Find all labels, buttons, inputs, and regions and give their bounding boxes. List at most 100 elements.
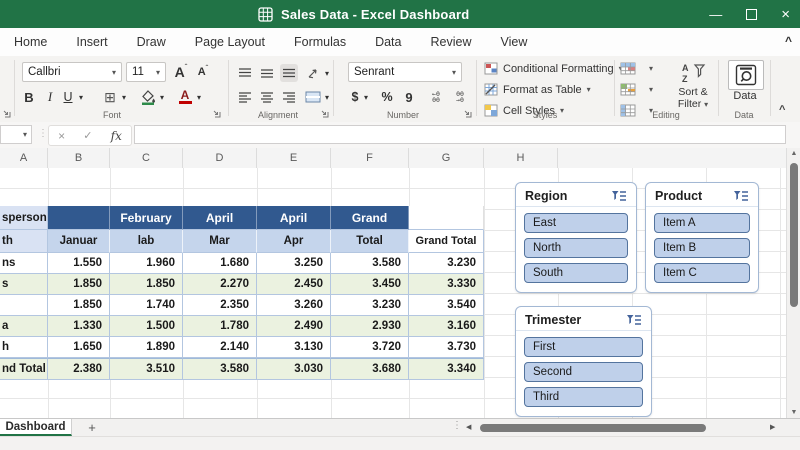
fill-color-chevron-icon[interactable]: ▾ [157, 86, 167, 108]
column-header-b[interactable]: B [48, 148, 110, 168]
align-top-icon[interactable] [236, 64, 254, 82]
percent-style-button[interactable]: % [378, 88, 396, 106]
slicer-trimester[interactable]: Trimester First Second Third [515, 306, 652, 417]
enter-formula-icon[interactable]: ✓ [83, 129, 92, 142]
decrease-font-size-button[interactable]: Aˆ [194, 62, 212, 82]
slicer-item-east[interactable]: East [524, 213, 628, 233]
currency-chevron-icon[interactable]: ▾ [361, 88, 371, 106]
pivot-cell[interactable]: 1.330 [48, 316, 110, 337]
pivot-cell[interactable]: 3.450 [331, 274, 409, 295]
column-header-c[interactable]: C [110, 148, 183, 168]
align-bottom-icon[interactable] [280, 64, 298, 82]
pivot-cell[interactable]: 1.650 [48, 337, 110, 358]
sort-filter-button[interactable]: Sort & Filter ▾ [662, 86, 724, 111]
insert-cells-button[interactable]: ▾ [620, 62, 653, 75]
pivot-header-top[interactable]: April [183, 206, 257, 230]
column-header-f[interactable]: F [331, 148, 409, 168]
bold-button[interactable]: B [20, 86, 38, 108]
pivot-header-bottom[interactable]: Januar [48, 230, 110, 253]
pivot-cell[interactable]: 2.450 [257, 274, 331, 295]
conditional-formatting-button[interactable]: Conditional Formatting▾ [484, 62, 623, 75]
slicer-product[interactable]: Product Item A Item B Item C [645, 182, 759, 293]
clipboard-dialog-launcher-icon[interactable] [2, 109, 11, 118]
borders-icon[interactable]: ⊞ [100, 86, 120, 108]
decrease-decimal-button[interactable]: 00 →0 [450, 88, 470, 106]
currency-button[interactable]: $ [348, 88, 362, 106]
number-format-combo[interactable]: Senrant ▾ [348, 62, 462, 82]
pivot-row-label[interactable]: a [0, 316, 48, 337]
pivot-grand-total-header[interactable]: Grand Total [409, 230, 484, 253]
pivot-cell[interactable]: 3.250 [257, 253, 331, 274]
close-button[interactable]: × [781, 7, 790, 22]
format-as-table-button[interactable]: Format as Table ▾ [484, 83, 591, 96]
slicer-item-third[interactable]: Third [524, 387, 643, 407]
scroll-up-icon[interactable]: ▲ [787, 150, 800, 157]
column-header-d[interactable]: D [183, 148, 257, 168]
align-right-icon[interactable] [280, 88, 298, 106]
sheet-tab-dashboard[interactable]: Dashboard [0, 419, 72, 436]
pivot-header-bottom[interactable]: Apr [257, 230, 331, 253]
pivot-cell[interactable]: 3.230 [331, 295, 409, 316]
pivot-cell[interactable]: 1.680 [183, 253, 257, 274]
pivot-cell[interactable]: 3.580 [183, 358, 257, 380]
borders-chevron-icon[interactable]: ▾ [119, 86, 129, 108]
orientation-icon[interactable] [304, 64, 322, 82]
merge-center-icon[interactable] [304, 88, 322, 106]
scroll-left-icon[interactable]: ◀ [466, 423, 471, 431]
ribbon-tab-review[interactable]: Review [428, 33, 473, 51]
ribbon-tab-page-layout[interactable]: Page Layout [193, 33, 267, 51]
name-box-splitter[interactable]: ⋮ [38, 128, 48, 139]
pivot-cell[interactable]: 3.580 [331, 253, 409, 274]
pivot-corner-top[interactable]: sperson [0, 206, 48, 230]
ribbon-tab-formulas[interactable]: Formulas [292, 33, 348, 51]
pivot-cell[interactable]: 3.130 [257, 337, 331, 358]
increase-decimal-button[interactable]: ←0 00 [426, 88, 446, 106]
align-left-icon[interactable] [236, 88, 254, 106]
underline-button[interactable]: U [60, 86, 76, 108]
pivot-row-label[interactable]: s [0, 274, 48, 295]
font-color-chevron-icon[interactable]: ▾ [194, 86, 204, 108]
pivot-cell[interactable]: 3.030 [257, 358, 331, 380]
slicer-item-item-c[interactable]: Item C [654, 263, 750, 283]
pivot-header-top[interactable] [48, 206, 110, 230]
pivot-cell[interactable]: 3.230 [409, 253, 484, 274]
ribbon-tab-home[interactable]: Home [12, 33, 49, 51]
pivot-cell[interactable]: 3.680 [331, 358, 409, 380]
delete-cells-button[interactable]: ▾ [620, 83, 653, 96]
pivot-row-label[interactable]: nd Total [0, 358, 48, 380]
pivot-corner-bottom[interactable]: th [0, 230, 48, 253]
collapse-ribbon-chevron-icon[interactable]: ^ [779, 104, 785, 116]
pivot-cell[interactable]: 3.540 [409, 295, 484, 316]
pivot-cell[interactable]: 1.850 [110, 274, 183, 295]
slicer-item-item-a[interactable]: Item A [654, 213, 750, 233]
ribbon-tab-insert[interactable]: Insert [74, 33, 109, 51]
slicer-item-first[interactable]: First [524, 337, 643, 357]
slicer-item-item-b[interactable]: Item B [654, 238, 750, 258]
italic-button[interactable]: I [42, 86, 58, 108]
ribbon-tab-view[interactable]: View [498, 33, 529, 51]
pivot-header-bottom[interactable]: Total [331, 230, 409, 253]
pivot-cell[interactable]: 3.720 [331, 337, 409, 358]
pivot-cell[interactable]: 1.850 [48, 295, 110, 316]
insert-function-icon[interactable]: fx [111, 129, 122, 143]
merge-chevron-icon[interactable]: ▾ [322, 88, 332, 106]
pivot-cell[interactable]: 3.510 [110, 358, 183, 380]
orientation-chevron-icon[interactable]: ▾ [322, 64, 332, 82]
column-header-a[interactable]: A [0, 148, 48, 168]
pivot-cell[interactable]: 3.330 [409, 274, 484, 295]
alignment-dialog-launcher-icon[interactable] [320, 109, 329, 118]
pivot-cell[interactable]: 2.930 [331, 316, 409, 337]
column-header-h[interactable]: H [484, 148, 558, 168]
column-header-g[interactable]: G [409, 148, 484, 168]
tab-scroll-splitter[interactable]: ⋮ [452, 420, 462, 431]
maximize-button[interactable] [746, 8, 758, 20]
pivot-row-label[interactable]: h [0, 337, 48, 358]
slicer-multiselect-icon[interactable] [626, 314, 642, 326]
font-size-combo[interactable]: 11 ▾ [126, 62, 166, 82]
align-center-icon[interactable] [258, 88, 276, 106]
ribbon-options-chevron-icon[interactable]: ^ [785, 34, 792, 48]
pivot-cell[interactable]: 1.550 [48, 253, 110, 274]
pivot-row-label[interactable]: ns [0, 253, 48, 274]
comma-style-button[interactable]: 9 [402, 88, 416, 106]
pivot-header-bottom[interactable]: lab [110, 230, 183, 253]
